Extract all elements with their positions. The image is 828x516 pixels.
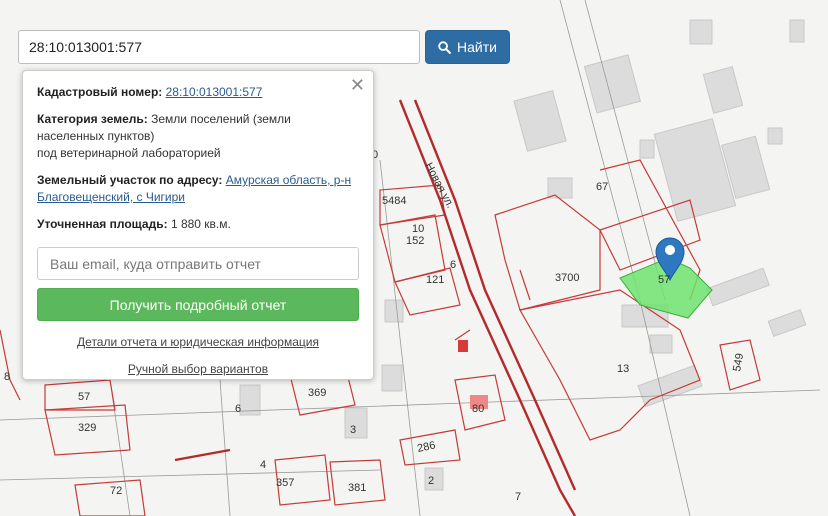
map-label: 549 [731,352,746,372]
map-label: 3 [350,424,356,436]
cadastral-number-link[interactable]: 28:10:013001:577 [166,85,263,99]
map-label: 3700 [555,272,579,284]
map-label: 357 [276,477,294,489]
parcel-info-popup: ✕ Кадастровый номер: 28:10:013001:577 Ка… [22,70,374,380]
map-label: 57 [78,391,90,403]
close-icon[interactable]: ✕ [350,76,365,94]
map-label: 67 [596,181,608,193]
area-row: Уточненная площадь: 1 880 кв.м. [37,216,359,233]
map-label: 381 [348,482,366,494]
address-label: Земельный участок по адресу: [37,173,223,187]
map-label: 6 [235,403,241,415]
search-button-label: Найти [457,39,497,55]
manual-selection-link[interactable]: Ручной выбор вариантов [37,362,359,376]
map-label: 4 [260,459,266,471]
get-report-button[interactable]: Получить подробный отчет [37,288,359,321]
map-label: 80 [472,403,484,415]
map-label: 121 [426,274,444,286]
map-label: 369 [308,387,326,399]
cadastral-number-row: Кадастровый номер: 28:10:013001:577 [37,84,359,101]
map-label: 13 [617,363,629,375]
red-building [458,340,468,352]
land-purpose-value: под ветеринарной лабораторией [37,146,221,160]
map-label: 286 [416,439,436,455]
area-value: 1 880 кв.м. [170,217,231,231]
map-label: 72 [110,485,122,497]
report-details-link[interactable]: Детали отчета и юридическая информация [37,335,359,349]
search-button[interactable]: Найти [425,30,510,64]
search-icon [438,40,451,54]
map-label: 7 [515,491,521,503]
map-label: 152 [406,235,424,247]
map-label: 5484 [382,195,406,207]
map-label: 6 [450,259,456,271]
address-row: Земельный участок по адресу: Амурская об… [37,172,359,206]
map-label: 2 [428,475,434,487]
map-label: 10 [412,223,424,235]
land-category-label: Категория земель: [37,112,148,126]
email-input[interactable] [37,247,359,280]
cadastral-number-label: Кадастровый номер: [37,85,163,99]
search-input[interactable] [18,30,420,64]
map-label: 8 [4,371,10,383]
land-category-row: Категория земель: Земли поселений (земли… [37,111,359,162]
area-label: Уточненная площадь: [37,217,168,231]
map-label: 57 [658,274,670,286]
map-label: 329 [78,422,96,434]
